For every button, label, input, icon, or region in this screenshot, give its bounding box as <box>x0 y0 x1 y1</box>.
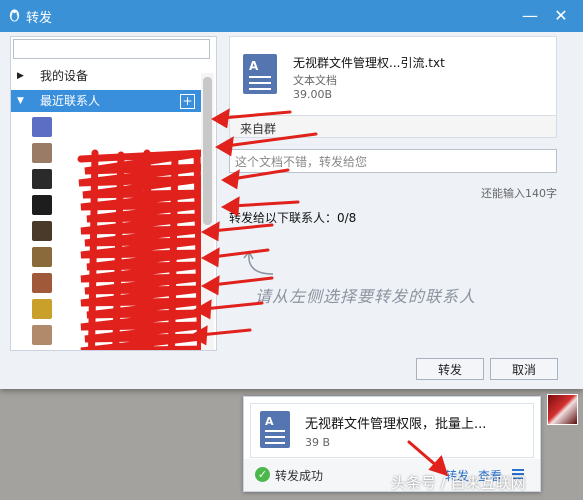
avatar <box>32 273 52 293</box>
cancel-button[interactable]: 取消 <box>490 358 558 380</box>
forward-dialog: 转发 — ✕ ▶ 我的设备 ▼ 最近联系人 + A 无视群文件管理权...引流.… <box>0 0 583 389</box>
contact-picker: ▶ 我的设备 ▼ 最近联系人 + <box>10 36 217 351</box>
avatar <box>32 221 52 241</box>
search-input[interactable] <box>13 39 210 59</box>
avatar <box>32 195 52 215</box>
avatar <box>32 143 52 163</box>
window-title: 转发 <box>26 11 53 26</box>
forward-button[interactable]: 转发 <box>416 358 484 380</box>
forward-panel: A 无视群文件管理权...引流.txt 文本文档 39.00B 来自群 这个文档… <box>229 36 557 349</box>
char-counter: 还能输入140字 <box>481 187 557 200</box>
avatar <box>32 117 52 137</box>
curved-arrow-icon <box>243 250 274 275</box>
avatar[interactable] <box>547 394 578 425</box>
message-input[interactable]: 这个文档不错，转发给您 <box>229 149 557 173</box>
file-name: 无视群文件管理权...引流.txt <box>293 56 445 70</box>
add-icon[interactable]: + <box>180 94 195 109</box>
minimize-button[interactable]: — <box>519 5 541 27</box>
file-size: 39.00B <box>293 88 333 101</box>
group-label: 我的设备 <box>40 69 89 83</box>
qq-penguin-icon <box>9 9 20 22</box>
avatar <box>32 247 52 267</box>
text-document-icon: A <box>243 54 277 94</box>
check-circle-icon: ✓ <box>255 467 270 482</box>
group-label: 最近联系人 <box>40 94 101 108</box>
forward-count-label: 转发给以下联系人：0/8 <box>229 211 357 225</box>
group-my-devices[interactable]: ▶ 我的设备 <box>11 65 201 87</box>
notif-file-size: 39 B <box>305 436 331 449</box>
contact-item[interactable] <box>31 115 201 139</box>
file-card: A 无视群文件管理权...引流.txt 文本文档 39.00B <box>229 36 557 116</box>
avatar <box>32 325 52 345</box>
select-contact-hint: 请从左侧选择要转发的联系人 <box>255 287 477 306</box>
group-recent-contacts[interactable]: ▼ 最近联系人 + <box>11 90 201 112</box>
notif-file-name: 无视群文件管理权限，批量上... <box>305 417 487 432</box>
notif-status: 转发成功 <box>275 469 324 483</box>
avatar <box>32 169 52 189</box>
caret-right-icon: ▶ <box>17 71 24 81</box>
file-type: 文本文档 <box>293 74 337 87</box>
contact-scrollbar[interactable] <box>201 73 214 350</box>
text-document-icon: A <box>260 411 290 448</box>
watermark: 头条号 / 自来互联网 <box>391 474 526 492</box>
notif-file-card[interactable]: A 无视群文件管理权限，批量上... 39 B <box>250 403 534 458</box>
file-source: 来自群 <box>229 116 557 138</box>
close-button[interactable]: ✕ <box>550 5 572 27</box>
scrollbar-thumb[interactable] <box>203 77 212 225</box>
caret-down-icon: ▼ <box>17 96 24 106</box>
redaction-scribble <box>77 149 210 350</box>
avatar <box>32 299 52 319</box>
title-bar[interactable]: 转发 — ✕ <box>0 0 583 32</box>
